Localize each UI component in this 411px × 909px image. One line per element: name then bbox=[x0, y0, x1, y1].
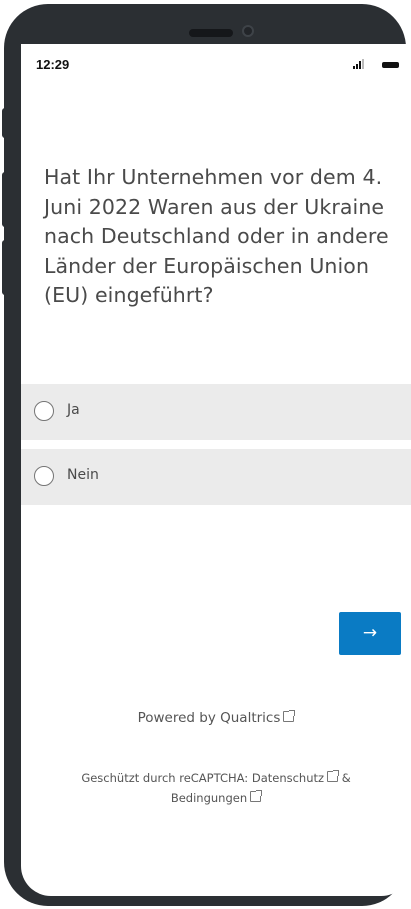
powered-by-text[interactable]: Powered by Qualtrics bbox=[138, 710, 281, 726]
question-text: Hat Ihr Unternehmen vor dem 4. Juni 2022… bbox=[44, 165, 389, 307]
front-camera bbox=[242, 25, 254, 37]
external-link-icon bbox=[283, 710, 296, 722]
phone-screen: 12:29 Hat Ihr Unternehmen vor dem 4. Jun… bbox=[21, 44, 411, 896]
recaptcha-prefix: Geschützt durch reCAPTCHA: bbox=[81, 771, 252, 785]
status-time: 12:29 bbox=[36, 57, 70, 72]
next-button[interactable]: → bbox=[339, 612, 401, 655]
radio-unchecked-icon[interactable] bbox=[34, 466, 54, 486]
external-link-icon bbox=[250, 790, 263, 802]
status-bar: 12:29 bbox=[21, 44, 411, 82]
choice-ja[interactable]: Ja bbox=[21, 384, 411, 440]
signal-icon bbox=[353, 59, 367, 69]
radio-unchecked-icon[interactable] bbox=[34, 401, 54, 421]
choice-label-nein[interactable]: Nein bbox=[67, 467, 99, 483]
mute-switch bbox=[2, 108, 8, 138]
external-link-icon bbox=[327, 770, 340, 782]
powered-by-link[interactable]: Powered by Qualtrics bbox=[21, 710, 411, 726]
choice-nein[interactable]: Nein bbox=[21, 449, 411, 505]
battery-icon bbox=[382, 62, 399, 68]
speaker-grille bbox=[189, 29, 233, 37]
choice-label-ja[interactable]: Ja bbox=[67, 402, 80, 418]
recaptcha-notice: Geschützt durch reCAPTCHA: Datenschutz &… bbox=[61, 768, 371, 808]
privacy-link[interactable]: Datenschutz bbox=[252, 771, 324, 785]
volume-up-button bbox=[2, 172, 8, 227]
ampersand: & bbox=[341, 771, 351, 785]
terms-link[interactable]: Bedingungen bbox=[171, 791, 247, 805]
volume-down-button bbox=[2, 240, 8, 295]
